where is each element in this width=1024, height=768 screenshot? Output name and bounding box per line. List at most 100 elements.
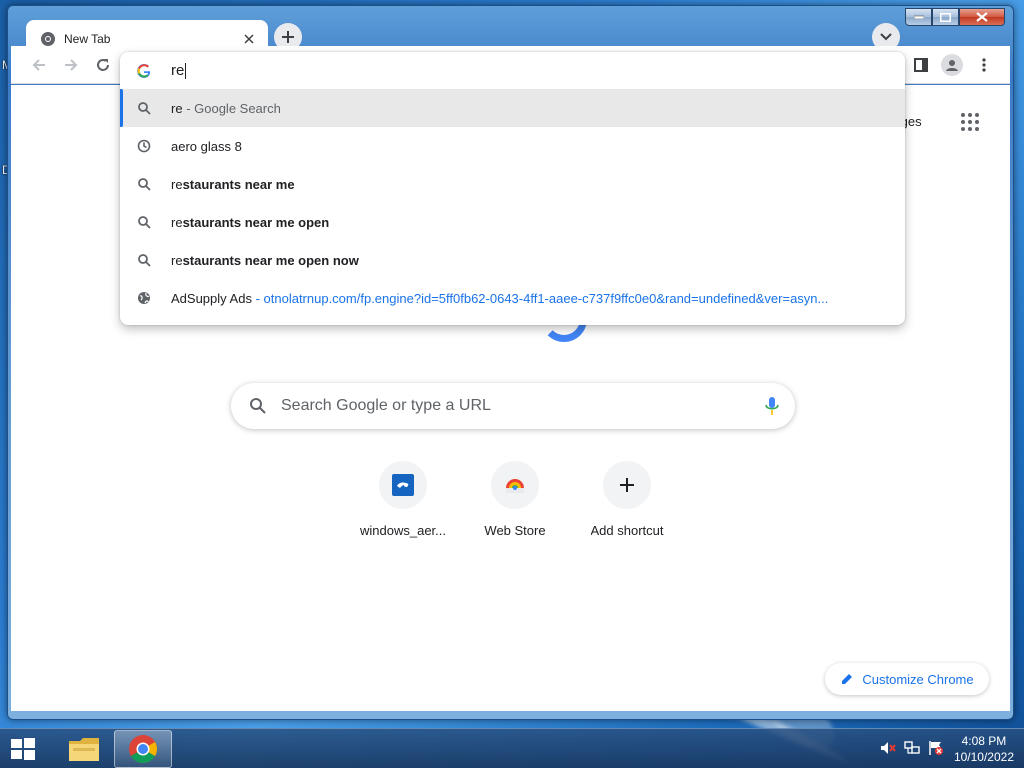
chrome-favicon-icon [41,31,55,46]
site-favicon-icon [392,474,414,496]
suggestion-search[interactable]: restaurants near me open [120,203,905,241]
search-icon [136,100,152,116]
suggestion-typed: re [171,252,183,268]
taskbar-clock[interactable]: 4:08 PM 10/10/2022 [954,733,1014,765]
shortcut-tile[interactable]: windows_aer... [347,461,459,538]
side-panel-button[interactable] [907,51,935,79]
suggestion-text: restaurants near me open [171,215,329,230]
text-caret [185,63,187,80]
suggestion-text: re - Google Search [171,101,281,116]
maximize-button[interactable] [932,8,959,26]
suggestion-completion: staurants near me open [182,214,330,230]
suggestion-google-search[interactable]: re - Google Search [120,89,905,127]
apps-dot [975,120,979,124]
reload-icon [97,59,109,71]
search-icon [136,214,152,230]
suggestion-url-text: - otnolatrnup.com/fp.engine?id=5ff0fb62-… [255,290,829,306]
chrome-icon [129,735,157,763]
suggestion-url[interactable]: AdSupply Ads - otnolatrnup.com/fp.engine… [120,279,905,317]
action-center-flag-icon[interactable] [928,740,944,756]
omnibox-input-value: re [171,61,185,79]
windows-logo-icon [11,738,35,760]
taskbar-file-explorer[interactable] [55,730,113,768]
suggestion-typed: re [171,100,183,116]
arrow-right-icon [65,59,78,71]
shortcut-icon [491,461,539,509]
globe-icon [136,290,152,306]
reload-button[interactable] [89,51,117,79]
profile-button[interactable] [938,51,966,79]
plus-icon [282,31,294,43]
close-icon [976,12,988,22]
folder-icon [69,738,99,761]
customize-label: Customize Chrome [862,671,974,687]
suggestion-text: aero glass 8 [171,138,242,154]
shortcut-label: Web Store [484,523,546,538]
arrow-left-icon [32,59,45,71]
shortcuts-grid: windows_aer... Web Store Add shortcut [347,461,683,538]
minimize-button[interactable] [905,8,932,26]
start-button[interactable] [6,732,40,766]
apps-dot [975,127,979,131]
shortcut-tile[interactable]: Web Store [459,461,571,538]
taskbar-chrome[interactable] [114,730,172,768]
suggestion-title: AdSupply Ads [171,290,252,306]
window-controls [905,8,1005,26]
customize-chrome-button[interactable]: Customize Chrome [825,663,989,695]
menu-button[interactable] [970,51,998,79]
suggestion-typed: re [171,176,183,192]
close-window-button[interactable] [959,8,1005,26]
clock-time: 4:08 PM [961,734,1007,748]
close-icon [244,33,254,44]
suggestion-desc: - Google Search [186,100,281,116]
shortcut-label: windows_aer... [360,523,446,538]
history-icon [136,138,152,154]
avatar [941,54,963,76]
person-icon [946,60,958,71]
apps-dot [968,127,972,131]
suggestion-completion: staurants near me [182,176,295,192]
shortcut-tile[interactable]: Add shortcut [571,461,683,538]
shortcut-icon [603,461,651,509]
search-icon [136,176,152,192]
apps-dot [968,120,972,124]
suggestion-search[interactable]: restaurants near me open now [120,241,905,279]
side-panel-icon [914,58,928,72]
search-placeholder: Search Google or type a URL [281,397,491,414]
apps-dot [975,113,979,117]
google-apps-button[interactable] [957,109,983,135]
search-icon [136,252,152,268]
chevron-down-icon [880,33,892,41]
network-icon[interactable] [904,740,920,756]
tab-close-button[interactable] [240,30,258,48]
minimize-icon [913,15,924,19]
suggestion-history[interactable]: aero glass 8 [120,127,905,165]
plus-icon [620,478,634,492]
system-tray [880,740,944,756]
apps-dot [961,127,965,131]
suggestion-typed: re [171,214,183,230]
forward-button[interactable] [57,51,85,79]
omnibox-input[interactable]: re [171,61,187,80]
suggestion-text: restaurants near me open now [171,253,359,268]
suggestion-search[interactable]: restaurants near me [120,165,905,203]
back-button[interactable] [25,51,53,79]
search-icon [250,398,266,414]
microphone-icon[interactable] [765,396,779,416]
tab-title: New Tab [64,31,111,46]
taskbar: 4:08 PM 10/10/2022 [0,728,1024,768]
clock-date: 10/10/2022 [953,750,1014,764]
suggestion-completion: staurants near me open now [182,252,359,268]
suggestion-text: AdSupply Ads - otnolatrnup.com/fp.engine… [171,291,828,306]
suggestion-text: restaurants near me [171,177,295,192]
ntp-search-box[interactable]: Search Google or type a URL [231,383,795,429]
shortcut-icon [379,461,427,509]
apps-dot [968,113,972,117]
apps-dot [961,120,965,124]
more-vert-icon [982,58,986,72]
omnibox: re re - Google Search aero glass 8 resta… [120,52,905,325]
web-store-icon [506,479,524,493]
speaker-muted-icon[interactable] [880,740,896,756]
maximize-icon [940,12,951,22]
omnibox-input-row[interactable]: re [120,52,905,89]
